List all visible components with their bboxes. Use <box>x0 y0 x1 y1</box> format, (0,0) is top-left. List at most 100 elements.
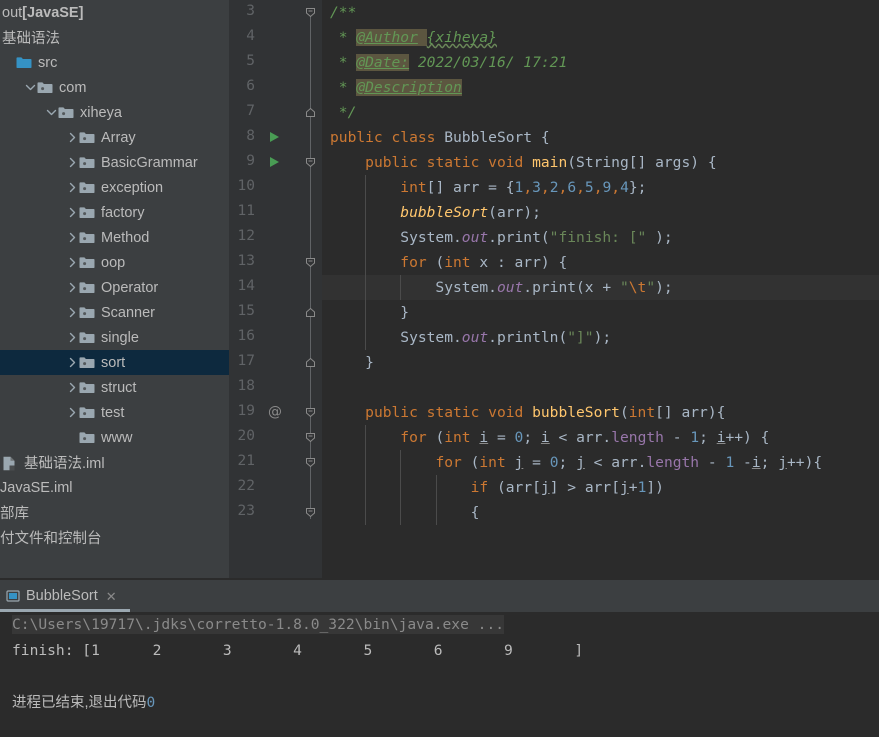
tree-item-xiheya[interactable]: xiheya <box>0 100 229 125</box>
tab-bubblesort[interactable]: BubbleSort ✕ <box>0 580 130 612</box>
gutter-line[interactable]: 8 <box>229 125 300 150</box>
tree-item-exception[interactable]: exception <box>0 175 229 200</box>
close-icon[interactable]: ✕ <box>106 590 117 603</box>
gutter-line[interactable]: 7 <box>229 100 300 125</box>
tree-item-oop[interactable]: oop <box>0 250 229 275</box>
tree-item-method[interactable]: Method <box>0 225 229 250</box>
chevron-right-icon[interactable] <box>65 200 79 225</box>
gutter-line[interactable]: 16 <box>229 325 300 350</box>
chevron-right-icon[interactable] <box>65 225 79 250</box>
tree-item-single[interactable]: single <box>0 325 229 350</box>
gutter-line[interactable]: 19 @ <box>229 400 300 425</box>
code-line[interactable]: /** <box>322 0 879 25</box>
gutter-line[interactable]: 17 <box>229 350 300 375</box>
chevron-down-icon[interactable] <box>23 75 37 100</box>
editor-fold-column[interactable] <box>300 0 322 578</box>
tree-item-operator[interactable]: Operator <box>0 275 229 300</box>
chevron-right-icon[interactable] <box>65 325 79 350</box>
chevron-right-icon[interactable] <box>65 375 79 400</box>
code-line[interactable]: { <box>322 500 879 525</box>
tree-file-row[interactable]: 部库 <box>0 500 229 525</box>
tree-item-basicgrammar[interactable]: BasicGrammar <box>0 150 229 175</box>
code-line[interactable]: if (arr[j] > arr[j+1]) <box>322 475 879 500</box>
gutter-line[interactable]: 22 <box>229 475 300 500</box>
fold-collapse-icon[interactable] <box>304 156 317 169</box>
gutter-line[interactable]: 15 <box>229 300 300 325</box>
gutter-line[interactable]: 14 <box>229 275 300 300</box>
code-line[interactable]: } <box>322 300 879 325</box>
code-line[interactable]: for (int j = 0; j < arr.length - 1 -i; j… <box>322 450 879 475</box>
tree-module-row[interactable]: 基础语法 <box>0 25 229 50</box>
gutter-line[interactable]: 18 <box>229 375 300 400</box>
annotation-gutter-icon[interactable]: @ <box>268 404 282 420</box>
fold-end-icon[interactable] <box>304 356 317 369</box>
gutter-line[interactable]: 21 <box>229 450 300 475</box>
code-line[interactable] <box>322 375 879 400</box>
tree-item-array[interactable]: Array <box>0 125 229 150</box>
code-line[interactable]: for (int i = 0; i < arr.length - 1; i++)… <box>322 425 879 450</box>
gutter-line[interactable]: 4 <box>229 25 300 50</box>
code-line[interactable]: System.out.print(x + "\t"); <box>322 275 879 300</box>
gutter-line[interactable]: 11 <box>229 200 300 225</box>
chevron-right-icon[interactable] <box>65 350 79 375</box>
chevron-right-icon[interactable] <box>65 400 79 425</box>
editor-code-area[interactable]: /** * @Author {xiheya} * @Date: 2022/03/… <box>322 0 879 578</box>
gutter-line[interactable]: 20 <box>229 425 300 450</box>
chevron-right-icon[interactable] <box>65 300 79 325</box>
code-line[interactable]: public static void bubbleSort(int[] arr)… <box>322 400 879 425</box>
tree-item-factory[interactable]: factory <box>0 200 229 225</box>
code-token: " <box>646 279 656 296</box>
tree-file-row[interactable]: 付文件和控制台 <box>0 525 229 550</box>
code-line[interactable]: for (int x : arr) { <box>322 250 879 275</box>
code-line[interactable]: int[] arr = {1,3,2,6,5,9,4}; <box>322 175 879 200</box>
project-tool-window[interactable]: out [JavaSE] 基础语法 src com xiheya Array BasicGr… <box>0 0 229 578</box>
gutter-line[interactable]: 10 <box>229 175 300 200</box>
chevron-right-icon[interactable] <box>65 250 79 275</box>
chevron-down-icon[interactable] <box>44 100 58 125</box>
code-line[interactable]: */ <box>322 100 879 125</box>
tree-item-sort[interactable]: sort <box>0 350 229 375</box>
code-line[interactable]: public class BubbleSort { <box>322 125 879 150</box>
tree-item-struct[interactable]: struct <box>0 375 229 400</box>
fold-collapse-icon[interactable] <box>304 256 317 269</box>
code-line[interactable]: * @Date: 2022/03/16/ 17:21 <box>322 50 879 75</box>
chevron-right-icon[interactable] <box>65 125 79 150</box>
chevron-right-icon[interactable] <box>65 150 79 175</box>
fold-collapse-icon[interactable] <box>304 506 317 519</box>
chevron-right-icon[interactable] <box>65 275 79 300</box>
fold-collapse-icon[interactable] <box>304 406 317 419</box>
fold-collapse-icon[interactable] <box>304 6 317 19</box>
gutter-line[interactable]: 13 <box>229 250 300 275</box>
editor-gutter[interactable]: 3 4 5 6 7 8 9 10 11 12 13 14 15 16 17 18 19 @20 21 22 23 <box>229 0 300 578</box>
tree-file-row[interactable]: JavaSE.iml <box>0 475 229 500</box>
code-line[interactable]: bubbleSort(arr); <box>322 200 879 225</box>
code-line[interactable]: * @Description <box>322 75 879 100</box>
gutter-line[interactable]: 23 <box>229 500 300 525</box>
run-gutter-icon[interactable] <box>270 132 279 142</box>
fold-end-icon[interactable] <box>304 306 317 319</box>
gutter-line[interactable]: 5 <box>229 50 300 75</box>
gutter-line[interactable]: 3 <box>229 0 300 25</box>
fold-collapse-icon[interactable] <box>304 431 317 444</box>
code-editor[interactable]: 3 4 5 6 7 8 9 10 11 12 13 14 15 16 17 18 19 @20 21 22 23 /**… <box>229 0 879 578</box>
gutter-line[interactable]: 6 <box>229 75 300 100</box>
run-gutter-icon[interactable] <box>270 157 279 167</box>
tree-item-scanner[interactable]: Scanner <box>0 300 229 325</box>
code-line[interactable]: } <box>322 350 879 375</box>
tree-item-src[interactable]: src <box>0 50 229 75</box>
tree-module-row[interactable]: out [JavaSE] <box>0 0 229 25</box>
tree-item-com[interactable]: com <box>0 75 229 100</box>
fold-collapse-icon[interactable] <box>304 456 317 469</box>
tree-item-test[interactable]: test <box>0 400 229 425</box>
code-line[interactable]: System.out.print("finish: [" ); <box>322 225 879 250</box>
code-line[interactable]: * @Author {xiheya} <box>322 25 879 50</box>
gutter-line[interactable]: 12 <box>229 225 300 250</box>
code-line[interactable]: System.out.println("]"); <box>322 325 879 350</box>
console-output[interactable]: C:\Users\19717\.jdks\corretto-1.8.0_322\… <box>0 612 879 737</box>
tree-file-row[interactable]: 基础语法.iml <box>0 450 229 475</box>
fold-end-icon[interactable] <box>304 106 317 119</box>
tree-item-www[interactable]: www <box>0 425 229 450</box>
code-line[interactable]: public static void main(String[] args) { <box>322 150 879 175</box>
gutter-line[interactable]: 9 <box>229 150 300 175</box>
chevron-right-icon[interactable] <box>65 175 79 200</box>
